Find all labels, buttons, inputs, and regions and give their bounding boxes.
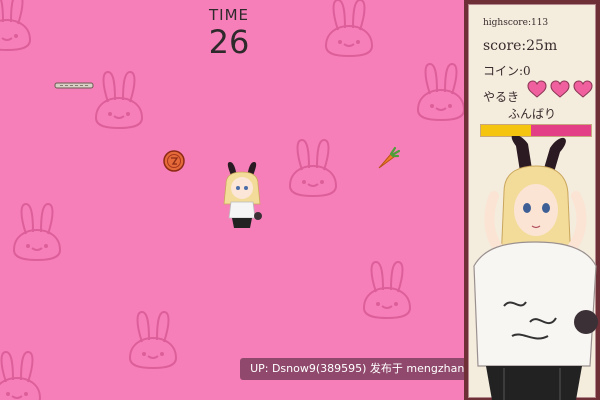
time-value: 26 xyxy=(208,23,250,61)
bunny-face-icon xyxy=(0,350,42,400)
bunny-face-icon xyxy=(324,0,374,58)
score-text: score:25m xyxy=(483,38,558,54)
bunny-face-icon xyxy=(12,202,62,262)
bunny-face-icon xyxy=(362,260,412,320)
character-portrait xyxy=(473,136,598,400)
bunny-face-icon xyxy=(416,62,464,122)
time-label: TIME xyxy=(208,6,249,24)
heart-icon xyxy=(550,80,570,98)
log-obstacle-icon xyxy=(54,82,94,89)
endurance-label: ふんばり xyxy=(507,107,556,121)
player-bunny-girl xyxy=(223,162,262,228)
coin-icon xyxy=(163,150,185,172)
play-field[interactable]: TIME 26 UP: Dsnow9(389595) 发布于 mengzhan.… xyxy=(0,0,464,400)
bunny-face-icon xyxy=(94,70,144,130)
heart-icon xyxy=(527,80,547,98)
carrot-icon xyxy=(378,146,401,169)
highscore-text: highscore:113 xyxy=(483,18,549,28)
bunny-face-icon xyxy=(128,310,178,370)
coin-count-text: コイン:0 xyxy=(483,64,531,78)
heart-icon xyxy=(573,80,593,98)
timer: TIME 26 xyxy=(190,6,268,59)
endurance-bar-fill xyxy=(481,125,531,136)
motivation-label: やるき xyxy=(483,90,520,104)
game-screen: TIME 26 UP: Dsnow9(389595) 发布于 mengzhan.… xyxy=(0,0,600,400)
bunny-face-icon xyxy=(0,0,32,52)
uploader-watermark: UP: Dsnow9(389595) 发布于 mengzhan.cc xyxy=(240,358,464,380)
bunny-face-icon xyxy=(288,138,338,198)
motivation-hearts xyxy=(527,80,593,98)
